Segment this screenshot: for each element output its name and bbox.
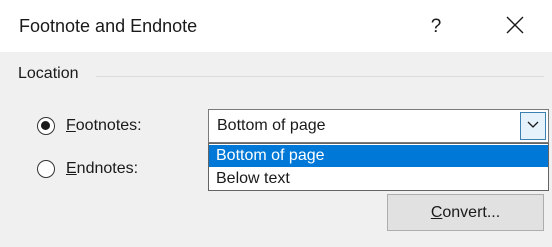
dropdown-option-below-text[interactable]: Below text — [209, 168, 548, 190]
footnote-endnote-dialog: Footnote and Endnote ? Location Footnote… — [0, 0, 552, 247]
endnotes-radio[interactable] — [37, 160, 55, 178]
convert-button[interactable]: Convert... — [387, 194, 544, 231]
dropdown-option-bottom-of-page[interactable]: Bottom of page — [209, 145, 548, 167]
title-bar: Footnote and Endnote ? — [0, 0, 552, 52]
close-icon — [506, 16, 524, 34]
chevron-down-icon — [527, 121, 539, 128]
location-group-label: Location — [18, 65, 79, 82]
footnote-position-select[interactable]: Bottom of page — [208, 109, 549, 143]
convert-mnemonic: C — [430, 204, 443, 221]
close-button[interactable] — [497, 10, 533, 42]
footnote-position-dropdown-list: Bottom of page Below text — [208, 143, 549, 191]
footnotes-label-mnemonic: F — [66, 117, 76, 134]
convert-label-rest: onvert... — [442, 204, 501, 221]
footnotes-label: Footnotes: — [66, 117, 142, 135]
help-button[interactable]: ? — [418, 12, 454, 42]
footnotes-radio-row[interactable]: Footnotes: — [37, 117, 142, 135]
endnotes-label-rest: ndnotes: — [76, 160, 139, 177]
footnote-position-value: Bottom of page — [217, 117, 326, 134]
dropdown-toggle-button[interactable] — [520, 112, 546, 140]
dialog-title: Footnote and Endnote — [19, 16, 198, 36]
endnotes-label: Endnotes: — [66, 160, 138, 178]
location-group-divider — [96, 76, 544, 77]
footnotes-label-rest: ootnotes: — [75, 117, 142, 134]
footnotes-radio[interactable] — [37, 117, 55, 135]
endnotes-radio-row[interactable]: Endnotes: — [37, 160, 138, 178]
endnotes-label-mnemonic: E — [66, 160, 77, 177]
